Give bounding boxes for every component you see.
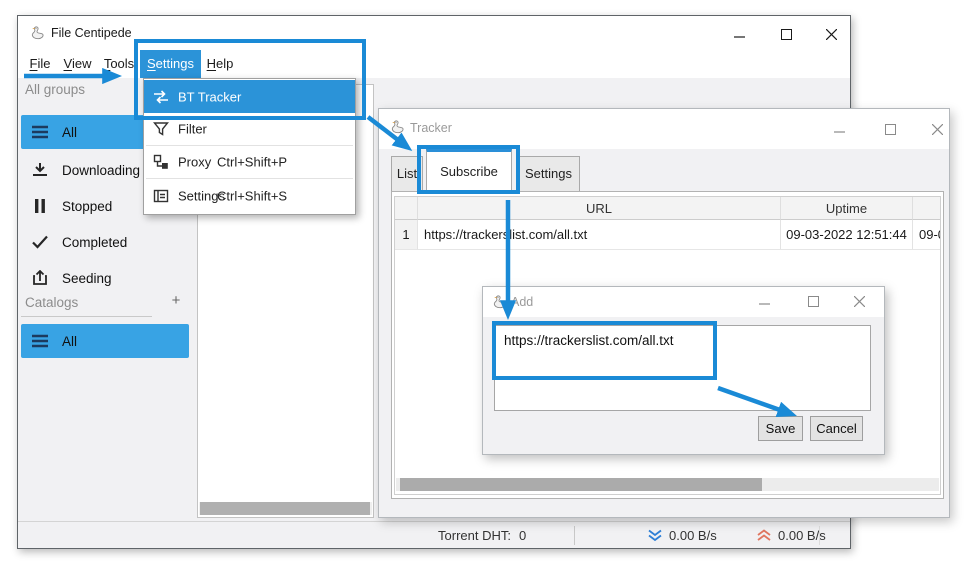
minimize-icon	[834, 124, 845, 135]
minimize-button[interactable]	[722, 26, 756, 44]
catalogs-label: Catalogs	[25, 295, 78, 310]
tracker-titlebar: Tracker	[379, 109, 949, 149]
cancel-button[interactable]: Cancel	[810, 416, 863, 441]
hamburger-icon	[31, 124, 49, 140]
list-hscrollbar	[199, 502, 372, 515]
add-dialog: Add https://trackerslist.com/all.txt Sav…	[482, 286, 885, 455]
menu-tools[interactable]: Tools	[98, 50, 140, 78]
minimize-icon	[759, 296, 770, 307]
shortcut-label: Ctrl+Shift+S	[217, 188, 287, 203]
maximize-button[interactable]	[796, 293, 830, 311]
tab-settings[interactable]: Settings	[517, 156, 580, 192]
menu-item-filter[interactable]: Filter	[144, 113, 355, 145]
save-button[interactable]: Save	[758, 416, 803, 441]
shortcut-label: Ctrl+Shift+P	[217, 155, 287, 170]
filter-icon	[153, 121, 169, 137]
tab-list[interactable]: List	[391, 156, 423, 192]
table-hscrollbar	[396, 478, 939, 491]
upload-speed-icon	[756, 529, 772, 542]
proxy-network-icon	[153, 154, 169, 170]
menu-item-bt-tracker[interactable]: BT Tracker	[144, 80, 355, 113]
close-button[interactable]	[842, 293, 876, 311]
settings-dropdown-menu: BT Tracker Filter Proxy Ctrl+Shift+P Set…	[143, 78, 356, 215]
maximize-icon	[781, 29, 792, 40]
status-bar: Torrent DHT: 0 0.00 B/s 0.00 B/s	[18, 521, 850, 548]
menu-item-proxy[interactable]: Proxy Ctrl+Shift+P	[144, 146, 355, 178]
add-dialog-title: Add	[511, 295, 533, 309]
minimize-button[interactable]	[747, 293, 781, 311]
dht-value: 0	[519, 528, 526, 543]
status-divider-2	[819, 526, 820, 545]
app-duck-icon	[491, 294, 507, 310]
download-speed: 0.00 B/s	[669, 528, 717, 543]
url-textarea[interactable]: https://trackerslist.com/all.txt	[494, 325, 871, 411]
column-header-uptime[interactable]: Uptime	[781, 197, 913, 220]
menu-view[interactable]: View	[57, 50, 98, 78]
add-catalog-button[interactable]: +	[166, 292, 186, 312]
row-url-cell: https://trackerslist.com/all.txt	[418, 220, 781, 250]
menu-item-settings[interactable]: Settings Ctrl+Shift+S	[144, 179, 355, 212]
column-header-extra[interactable]	[913, 197, 941, 220]
main-window-title: File Centipede	[51, 26, 132, 40]
menu-file[interactable]: File	[23, 50, 57, 78]
maximize-icon	[808, 296, 819, 307]
close-icon	[854, 296, 865, 307]
app-duck-icon	[389, 119, 405, 135]
menu-settings[interactable]: Settings	[140, 50, 201, 78]
tab-subscribe[interactable]: Subscribe	[426, 149, 512, 192]
check-icon	[31, 234, 49, 250]
add-titlebar: Add	[483, 287, 884, 317]
maximize-icon	[885, 124, 896, 135]
close-button[interactable]	[920, 121, 954, 139]
sidebar-catalog-all[interactable]: All	[21, 324, 189, 358]
status-divider	[574, 526, 575, 545]
tracker-window-title: Tracker	[410, 121, 452, 135]
minimize-button[interactable]	[822, 121, 856, 139]
dht-label: Torrent DHT:	[398, 528, 511, 543]
sidebar-divider	[21, 316, 152, 317]
settings-form-icon	[153, 188, 169, 204]
menu-bar: File View Tools Settings Help	[18, 50, 850, 78]
close-icon	[932, 124, 943, 135]
sidebar-item-seeding[interactable]: Seeding	[21, 262, 189, 294]
maximize-button[interactable]	[769, 26, 803, 44]
maximize-button[interactable]	[873, 121, 907, 139]
column-header-url[interactable]: URL	[418, 197, 781, 220]
bt-tracker-icon	[153, 89, 169, 105]
close-button[interactable]	[814, 26, 848, 44]
main-titlebar: File Centipede	[18, 16, 850, 50]
app-duck-icon	[29, 25, 45, 41]
hamburger-icon	[31, 333, 49, 349]
download-icon	[31, 162, 49, 178]
close-icon	[826, 29, 837, 40]
sidebar-item-completed[interactable]: Completed	[21, 226, 189, 258]
list-hscroll-thumb[interactable]	[200, 502, 370, 515]
download-speed-icon	[647, 529, 663, 542]
minimize-icon	[734, 29, 745, 40]
all-groups-label: All groups	[25, 82, 85, 97]
row-uptime-cell: 09-03-2022 12:51:44	[781, 220, 913, 250]
row-extra-cell: 09-0	[913, 220, 941, 250]
menu-help[interactable]: Help	[201, 50, 239, 78]
seeding-upload-icon	[31, 270, 49, 286]
row-index-cell: 1	[395, 220, 418, 250]
pause-icon	[31, 198, 49, 214]
column-header-index[interactable]	[395, 197, 418, 220]
table-hscroll-thumb[interactable]	[400, 478, 762, 491]
